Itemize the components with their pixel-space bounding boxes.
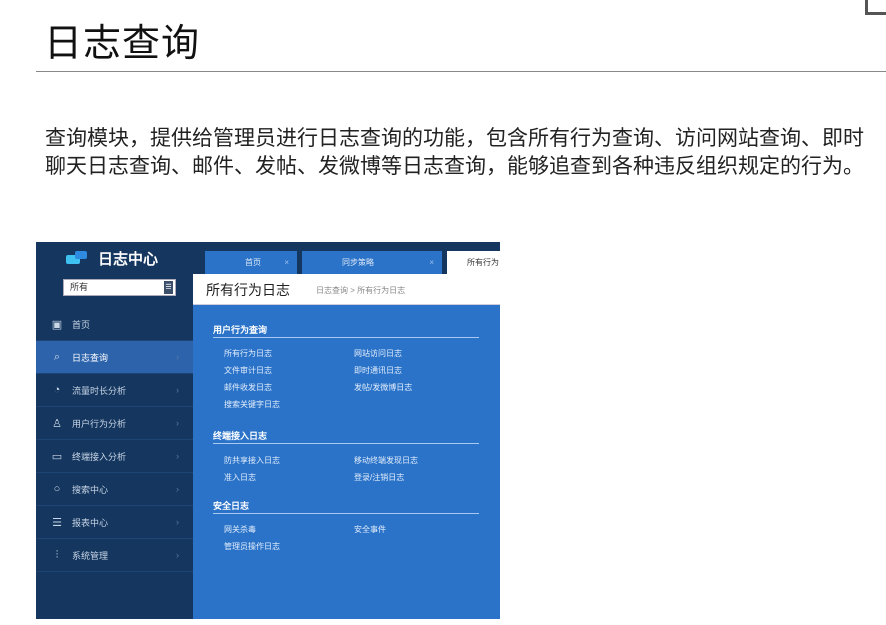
link-mobile-terminal-log[interactable]: 移动终端发现日志 (354, 455, 418, 466)
logo-icon (66, 251, 88, 265)
close-icon[interactable]: × (284, 251, 289, 274)
corner-decoration (865, 0, 886, 15)
scope-select-value: 所有 (70, 282, 89, 292)
chevron-right-icon: › (176, 550, 179, 560)
content-panel: 用户行为查询 所有行为日志 网站访问日志 文件审计日志 即时通讯日志 邮件收发日… (193, 305, 500, 619)
sidebar-item-label: 首页 (72, 319, 91, 330)
content-header: 所有行为日志 日志查询 > 所有行为日志 (193, 274, 500, 305)
link-admission-log[interactable]: 准入日志 (224, 472, 256, 483)
app-screenshot: 日志中心 所有 ☰ ▣ 首页 ⌕ 日志查询 › ◔ 流量时长分析 › ♙ 用户行… (36, 242, 500, 619)
chevron-right-icon: › (176, 352, 179, 362)
chevron-right-icon: › (176, 484, 179, 494)
link-gateway-antivirus[interactable]: 网关杀毒 (224, 524, 256, 535)
tab-all-behavior[interactable]: 所有行为 (447, 251, 500, 274)
link-all-behavior-log[interactable]: 所有行为日志 (224, 348, 272, 359)
chevron-right-icon: › (176, 385, 179, 395)
chevron-right-icon: › (176, 418, 179, 428)
settings-sliders-icon: ⫶ (55, 548, 59, 561)
section-title-terminal-access: 终端接入日志 (213, 431, 268, 441)
link-file-audit-log[interactable]: 文件审计日志 (224, 365, 272, 376)
sidebar-item-user-behavior[interactable]: ♙ 用户行为分析 › (36, 407, 193, 440)
logo-text: 日志中心 (98, 250, 159, 268)
page-description: 查询模块，提供给管理员进行日志查询的功能，包含所有行为查询、访问网站查询、即时聊… (45, 126, 864, 178)
tab-sync-policy[interactable]: 同步策略 × (302, 251, 442, 274)
sidebar-item-label: 系统管理 (72, 550, 109, 561)
tab-label: 首页 (245, 258, 261, 267)
link-security-events[interactable]: 安全事件 (354, 524, 386, 535)
pie-chart-icon: ◔ (53, 384, 61, 396)
user-icon: ♙ (52, 417, 62, 430)
link-im-log[interactable]: 即时通讯日志 (354, 365, 402, 376)
close-icon[interactable]: × (429, 251, 434, 274)
content-title: 所有行为日志 (206, 282, 290, 298)
sidebar-item-label: 搜索中心 (72, 484, 109, 495)
report-icon: ☰ (52, 516, 62, 529)
sidebar-item-report-center[interactable]: ☰ 报表中心 › (36, 506, 193, 539)
page-title: 日志查询 (44, 21, 201, 65)
sidebar-item-system-admin[interactable]: ⫶ 系统管理 › (36, 539, 193, 572)
sidebar-item-label: 用户行为分析 (72, 418, 127, 429)
tab-home[interactable]: 首页 × (205, 251, 297, 274)
sidebar-item-traffic-analysis[interactable]: ◔ 流量时长分析 › (36, 374, 193, 407)
sidebar-item-label: 日志查询 (72, 352, 109, 363)
sidebar-item-label: 流量时长分析 (72, 385, 127, 396)
log-search-icon: ⌕ (53, 350, 61, 363)
tab-label: 同步策略 (342, 258, 374, 267)
scope-select[interactable]: 所有 ☰ (63, 279, 176, 296)
sidebar-item-terminal-access[interactable]: ▭ 终端接入分析 › (36, 440, 193, 473)
monitor-icon: ▭ (51, 450, 63, 463)
search-icon: ○ (53, 483, 61, 495)
title-divider (36, 71, 886, 72)
link-website-visit-log[interactable]: 网站访问日志 (354, 348, 402, 359)
home-icon: ▣ (51, 318, 63, 331)
tab-label: 所有行为 (467, 258, 499, 267)
sidebar: 日志中心 所有 ☰ ▣ 首页 ⌕ 日志查询 › ◔ 流量时长分析 › ♙ 用户行… (36, 242, 193, 619)
link-mail-log[interactable]: 邮件收发日志 (224, 382, 272, 393)
section-divider (213, 443, 479, 444)
section-title-user-behavior: 用户行为查询 (213, 325, 268, 335)
sidebar-item-search-center[interactable]: ○ 搜索中心 › (36, 473, 193, 506)
dropdown-arrow-icon[interactable]: ☰ (164, 281, 173, 294)
link-search-keyword-log[interactable]: 搜索关键字日志 (224, 399, 280, 410)
app-logo[interactable]: 日志中心 (36, 242, 193, 274)
sidebar-item-home[interactable]: ▣ 首页 (36, 308, 193, 341)
section-title-security: 安全日志 (213, 501, 250, 511)
link-login-logout-log[interactable]: 登录/注销日志 (354, 472, 404, 483)
section-divider (213, 337, 479, 338)
link-post-weibo-log[interactable]: 发帖/发微博日志 (354, 382, 412, 393)
link-admin-operation-log[interactable]: 管理员操作日志 (224, 541, 280, 552)
chevron-right-icon: › (176, 517, 179, 527)
sidebar-item-label: 终端接入分析 (72, 451, 127, 462)
sidebar-item-log-search[interactable]: ⌕ 日志查询 › (36, 341, 193, 374)
chevron-right-icon: › (176, 451, 179, 461)
tab-bar: 首页 × 同步策略 × 所有行为 (193, 242, 500, 274)
breadcrumb: 日志查询 > 所有行为日志 (316, 286, 406, 295)
link-anti-sharing-log[interactable]: 防共享接入日志 (224, 455, 280, 466)
sidebar-nav: ▣ 首页 ⌕ 日志查询 › ◔ 流量时长分析 › ♙ 用户行为分析 › ▭ 终端… (36, 308, 193, 572)
sidebar-item-label: 报表中心 (72, 517, 109, 528)
section-divider (213, 513, 479, 514)
